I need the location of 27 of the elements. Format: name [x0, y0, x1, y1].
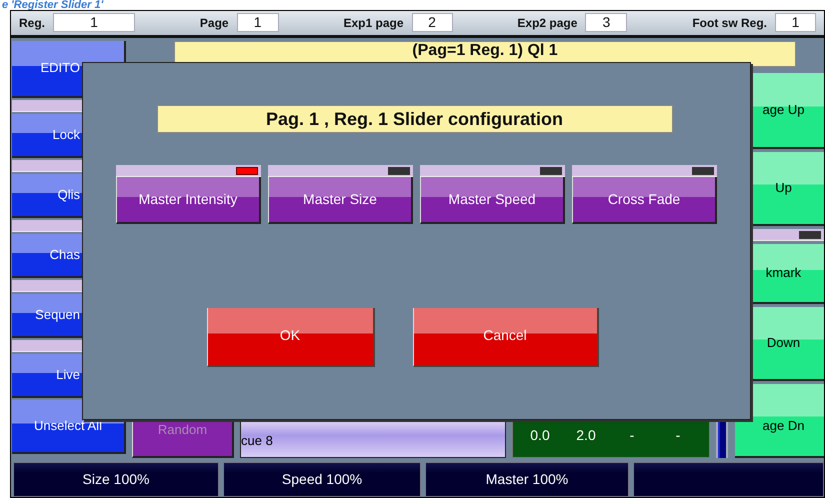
indicator-light	[799, 230, 821, 239]
field-label: Page	[200, 14, 229, 32]
timing-value: -	[628, 426, 636, 445]
cancel-button[interactable]: Cancel	[412, 308, 598, 367]
field-label: Exp2 page	[517, 14, 578, 32]
timing-value: 0.0	[529, 426, 551, 445]
field-label: Foot sw Reg.	[692, 14, 767, 32]
slider-option-button[interactable]: Cross Fade	[572, 177, 717, 224]
value-field[interactable]: 1	[775, 13, 816, 32]
dialog-title: Pag. 1 , Reg. 1 Slider configuration	[156, 105, 672, 133]
status-cell: Size 100%	[13, 462, 219, 497]
field-label: Exp1 page	[343, 14, 404, 32]
cue-display: cue 8	[240, 420, 506, 458]
status-cell: Master 100%	[425, 462, 629, 497]
field-label: Reg.	[19, 14, 46, 32]
value-field[interactable]: 1	[53, 13, 136, 32]
window-title: e 'Register Slider 1'	[1, 0, 104, 10]
timing-value: 2.0	[575, 426, 597, 445]
value-field[interactable]: 1	[236, 13, 279, 32]
slider-option-button[interactable]: Master Intensity	[116, 177, 261, 224]
status-cell: Speed 100%	[223, 462, 421, 497]
value-field[interactable]: 2	[412, 13, 453, 32]
timing-value: -	[674, 426, 682, 445]
slider-option-button[interactable]: Master Speed	[420, 177, 565, 224]
value-field[interactable]: 3	[585, 13, 628, 32]
ok-button[interactable]: OK	[206, 308, 374, 367]
slider-option-button[interactable]: Master Size	[268, 177, 413, 224]
